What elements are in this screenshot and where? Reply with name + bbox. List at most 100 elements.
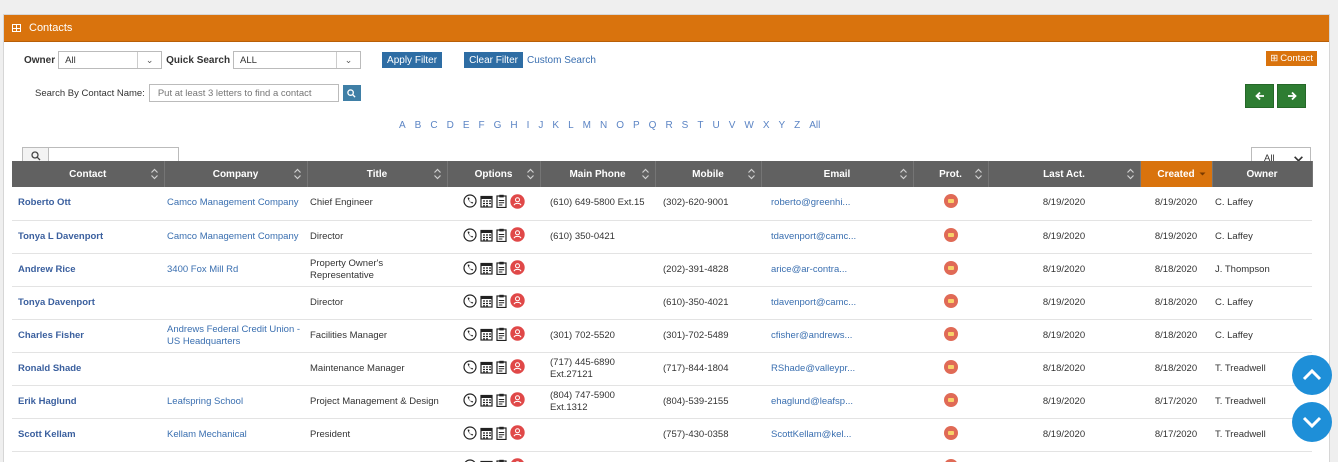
alpha-filter-v[interactable]: V <box>729 120 736 131</box>
alpha-filter-u[interactable]: U <box>712 120 719 131</box>
cell-company[interactable]: Camco Management Company <box>164 187 307 221</box>
custom-search-link[interactable]: Custom Search <box>527 55 596 66</box>
phone-icon[interactable] <box>462 359 477 378</box>
alpha-filter-d[interactable]: D <box>447 120 454 131</box>
table-row[interactable]: Roberto Ott Camco Management Company Chief… <box>12 187 1312 221</box>
cell-email[interactable]: ScottKellam@kel... <box>761 418 913 452</box>
scroll-down-button[interactable] <box>1292 402 1332 442</box>
alpha-filter-s[interactable]: S <box>682 120 689 131</box>
user-remove-icon[interactable] <box>509 425 525 444</box>
alpha-filter-m[interactable]: M <box>583 120 591 131</box>
cell-contact[interactable]: Tonya L Davenport <box>12 220 164 254</box>
cell-company[interactable] <box>164 286 307 320</box>
table-row[interactable]: Charles Fisher Andrews Federal Credit Uni… <box>12 319 1312 353</box>
alpha-filter-z[interactable]: Z <box>794 120 800 131</box>
calendar-icon[interactable] <box>479 360 493 378</box>
alpha-filter-b[interactable]: B <box>415 120 422 131</box>
alpha-filter-r[interactable]: R <box>665 120 672 131</box>
cell-contact[interactable]: Charles Fisher <box>12 319 164 353</box>
cell-email[interactable]: RShade@valleypr... <box>761 352 913 386</box>
calendar-icon[interactable] <box>479 194 493 212</box>
add-contact-button[interactable]: ⊞ Contact <box>1266 51 1317 66</box>
cell-email[interactable]: cfisher@andrews... <box>761 319 913 353</box>
column-header-company[interactable]: Company <box>164 161 308 187</box>
lock-icon[interactable] <box>943 326 958 341</box>
cell-email[interactable]: ehaglund@leafsp... <box>761 385 913 419</box>
clipboard-icon[interactable] <box>495 360 507 378</box>
cell-contact[interactable]: Andrew Rice <box>12 253 164 287</box>
calendar-icon[interactable] <box>479 228 493 246</box>
cell-contact[interactable]: Erik Haglund <box>12 385 164 419</box>
cell-contact[interactable]: Scott Kellam <box>12 418 164 452</box>
table-row[interactable]: Scott Kellam Kellam Mechanical President (7… <box>12 418 1312 452</box>
clear-filter-button[interactable]: Clear Filter <box>464 52 523 68</box>
calendar-icon[interactable] <box>479 327 493 345</box>
clipboard-icon[interactable] <box>495 393 507 411</box>
calendar-icon[interactable] <box>479 261 493 279</box>
table-row[interactable]: Tonya Davenport Director (610)-350-4021 tda… <box>12 286 1312 320</box>
table-row[interactable]: Ronald Shade Maintenance Manager (717) 445… <box>12 352 1312 386</box>
column-header-email[interactable]: Email <box>761 161 914 187</box>
lock-icon[interactable] <box>943 227 958 242</box>
phone-icon[interactable] <box>462 293 477 312</box>
column-header-contact[interactable]: Contact <box>12 161 165 187</box>
lock-icon[interactable] <box>943 260 958 275</box>
cell-email[interactable]: tdavenport@camc... <box>761 286 913 320</box>
cell-email[interactable]: tdavenport@camc... <box>761 220 913 254</box>
user-remove-icon[interactable] <box>509 194 525 213</box>
phone-icon[interactable] <box>462 425 477 444</box>
column-header-prot[interactable]: Prot. <box>913 161 989 187</box>
contact-name-input[interactable] <box>148 84 339 102</box>
apply-filter-button[interactable]: Apply Filter <box>382 52 443 68</box>
lock-icon[interactable] <box>943 425 958 440</box>
scroll-up-button[interactable] <box>1292 355 1332 395</box>
lock-icon[interactable] <box>943 293 958 308</box>
phone-icon[interactable] <box>462 227 477 246</box>
clipboard-icon[interactable] <box>495 194 507 212</box>
column-header-created[interactable]: Created <box>1140 161 1213 187</box>
alpha-filter-c[interactable]: C <box>430 120 437 131</box>
cell-company[interactable]: Kellam Mechanical <box>164 418 307 452</box>
cell-contact[interactable]: Ronald Shade <box>12 352 164 386</box>
alpha-filter-j[interactable]: J <box>538 120 543 131</box>
calendar-icon[interactable] <box>479 294 493 312</box>
column-header-title[interactable]: Title <box>307 161 448 187</box>
alpha-filter-a[interactable]: A <box>399 120 406 131</box>
user-remove-icon[interactable] <box>509 260 525 279</box>
alpha-filter-q[interactable]: Q <box>649 120 657 131</box>
cell-company[interactable]: Camco Management Company <box>164 220 307 254</box>
alpha-filter-f[interactable]: F <box>478 120 484 131</box>
search-go-button[interactable] <box>342 85 361 101</box>
cell-company[interactable] <box>164 352 307 386</box>
user-remove-icon[interactable] <box>509 392 525 411</box>
alpha-filter-y[interactable]: Y <box>778 120 785 131</box>
lock-icon[interactable] <box>943 458 958 462</box>
phone-icon[interactable] <box>462 260 477 279</box>
cell-email[interactable]: roberto@greenhi... <box>761 187 913 221</box>
user-remove-icon[interactable] <box>509 293 525 312</box>
next-page-button[interactable] <box>1277 84 1306 108</box>
table-row[interactable]: Andrew Rice 3400 Fox Mill Rd Property Owne… <box>12 253 1312 287</box>
alpha-filter-t[interactable]: T <box>697 120 703 131</box>
lock-icon[interactable] <box>943 392 958 407</box>
column-header-main-phone[interactable]: Main Phone <box>540 161 656 187</box>
clipboard-icon[interactable] <box>495 228 507 246</box>
calendar-icon[interactable] <box>479 459 493 462</box>
alpha-filter-h[interactable]: H <box>510 120 517 131</box>
table-row[interactable]: Erik Haglund Leafspring School Project Man… <box>12 385 1312 419</box>
clipboard-icon[interactable] <box>495 327 507 345</box>
cell-company[interactable]: Ajax Management <box>164 451 307 462</box>
alpha-filter-all[interactable]: All <box>809 120 820 131</box>
owner-select[interactable]: All ⌄ <box>58 51 163 69</box>
prev-page-button[interactable] <box>1245 84 1274 108</box>
alpha-filter-k[interactable]: K <box>552 120 559 131</box>
column-header-last-act[interactable]: Last Act. <box>988 161 1141 187</box>
cell-email[interactable]: a.goodman@ajaxm... <box>761 451 913 462</box>
user-remove-icon[interactable] <box>510 458 525 462</box>
phone-icon[interactable] <box>462 194 477 212</box>
cell-company[interactable]: 3400 Fox Mill Rd <box>164 253 307 287</box>
user-remove-icon[interactable] <box>509 359 525 378</box>
clipboard-icon[interactable] <box>495 294 507 312</box>
clipboard-icon[interactable] <box>495 426 507 444</box>
alpha-filter-l[interactable]: L <box>568 120 574 131</box>
